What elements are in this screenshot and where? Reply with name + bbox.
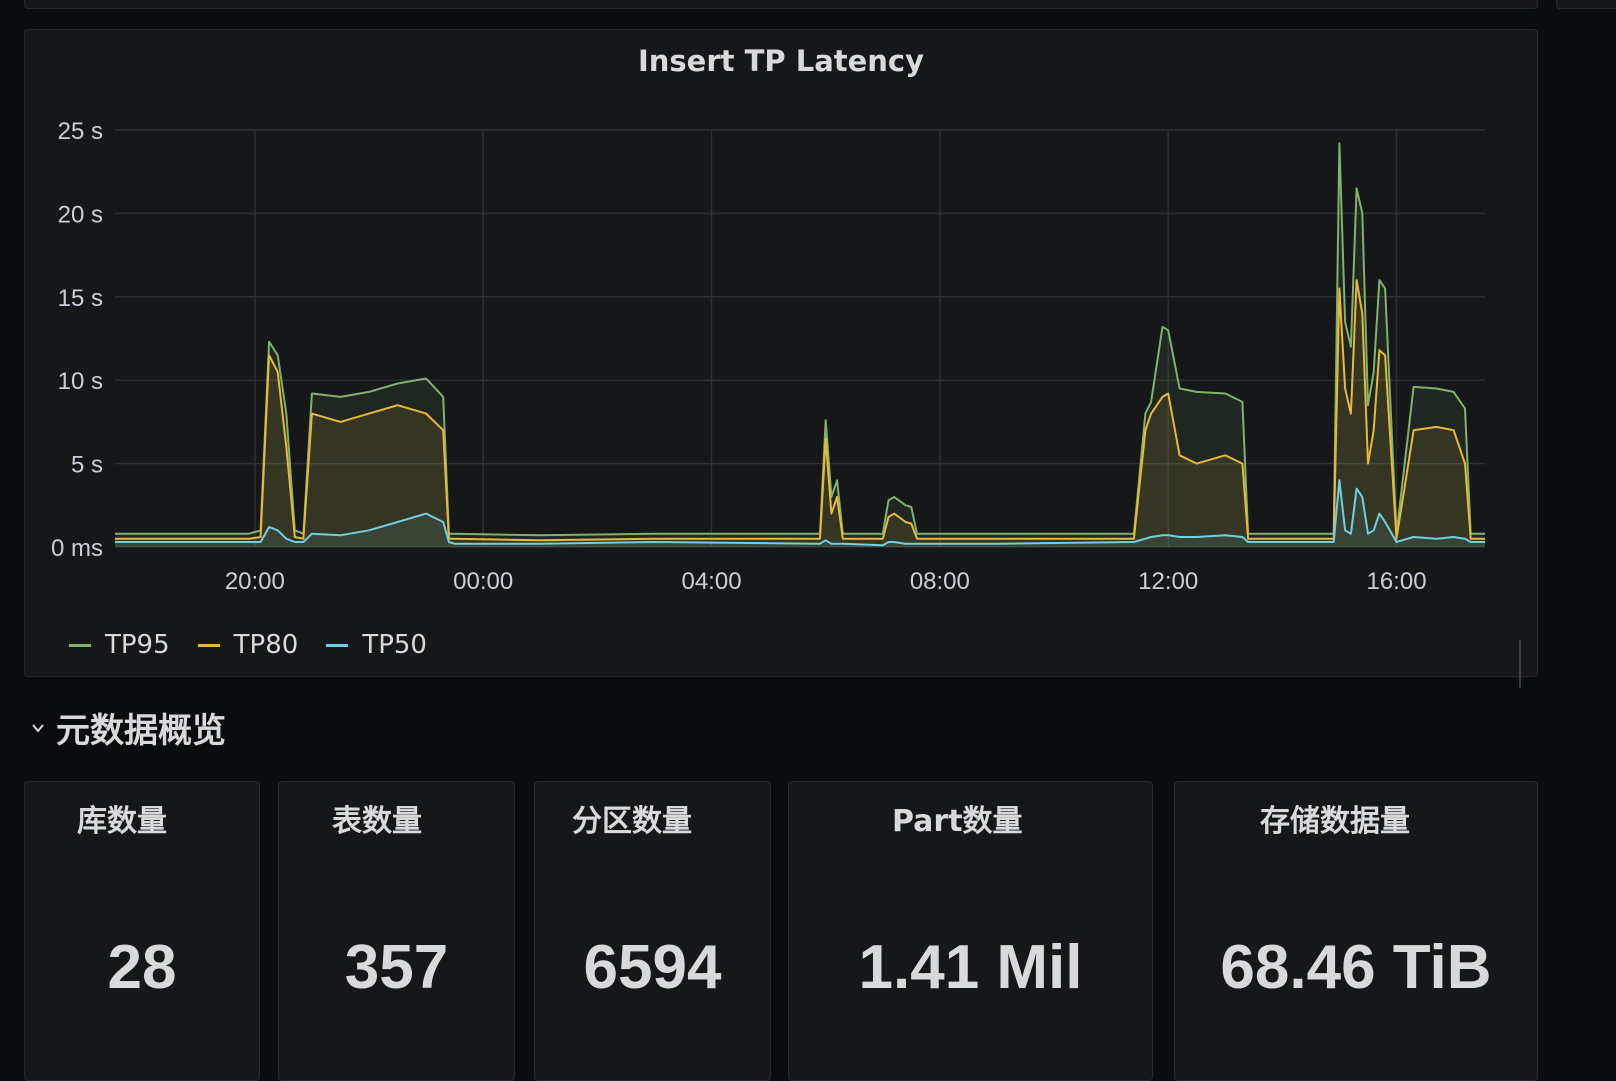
stat-value: 6594 [583, 933, 722, 1002]
legend-resize-handle[interactable] [1519, 640, 1521, 688]
legend-label-tp50: TP50 [362, 630, 427, 660]
stat-panel-storage-size[interactable]: 存储数据量 68.46 TiB [1174, 781, 1538, 1081]
legend-label-tp95: TP95 [105, 630, 170, 660]
stat-title[interactable]: 分区数量 [572, 796, 692, 840]
stat-title[interactable]: Part数量 [892, 796, 1023, 840]
stat-panel-db-count[interactable]: 库数量 28 [24, 781, 260, 1081]
latency-line-chart[interactable]: 0 ms 5 s 10 s 15 s 20 s 25 s 20:00 00:00 04:00 08… [25, 30, 1539, 678]
row-title: 元数据概览 [56, 711, 226, 751]
chevron-down-icon[interactable] [30, 720, 46, 736]
previous-panel-bottom-right [1556, 0, 1616, 9]
stat-panel-part-count[interactable]: Part数量 1.41 Mil [788, 781, 1153, 1081]
x-tick-label: 00:00 [453, 568, 513, 595]
y-tick-label: 5 s [71, 452, 103, 479]
stat-title[interactable]: 存储数据量 [1260, 796, 1410, 840]
legend-item-tp80[interactable]: TP80 [197, 630, 299, 660]
chart-legend: TP95 TP80 TP50 [69, 630, 427, 660]
x-tick-label: 12:00 [1138, 568, 1198, 595]
y-tick-label: 0 ms [51, 535, 103, 562]
stat-value: 28 [107, 933, 177, 1002]
x-tick-label: 20:00 [225, 568, 285, 595]
stat-panel-partition-count[interactable]: 分区数量 6594 [534, 781, 771, 1081]
y-tick-label: 20 s [58, 201, 103, 228]
y-tick-label: 25 s [58, 118, 103, 145]
legend-item-tp50[interactable]: TP50 [326, 630, 427, 660]
insert-tp-latency-panel[interactable]: Insert TP Latency 0 ms 5 s 10 s 15 s 20 s 25 … [24, 29, 1539, 688]
x-tick-label: 08:00 [910, 568, 970, 595]
legend-swatch-tp95 [69, 643, 91, 647]
x-tick-label: 16:00 [1366, 568, 1426, 595]
stat-title[interactable]: 库数量 [77, 796, 167, 840]
legend-swatch-tp80 [197, 643, 220, 647]
legend-item-tp95[interactable]: TP95 [69, 630, 170, 660]
x-tick-label: 04:00 [681, 568, 741, 595]
row-header-metadata-overview[interactable]: 元数据概览 [30, 703, 226, 752]
legend-label-tp80: TP80 [233, 630, 299, 660]
stat-panel-table-count[interactable]: 表数量 357 [278, 781, 515, 1081]
legend-swatch-tp50 [326, 643, 349, 647]
previous-panel-bottom [24, 0, 1538, 9]
stat-value: 68.46 TiB [1220, 933, 1492, 1002]
stat-title[interactable]: 表数量 [332, 796, 422, 840]
y-tick-label: 10 s [58, 368, 103, 395]
stat-value: 1.41 Mil [858, 933, 1083, 1002]
y-tick-label: 15 s [58, 285, 103, 312]
stat-value: 357 [344, 933, 449, 1002]
